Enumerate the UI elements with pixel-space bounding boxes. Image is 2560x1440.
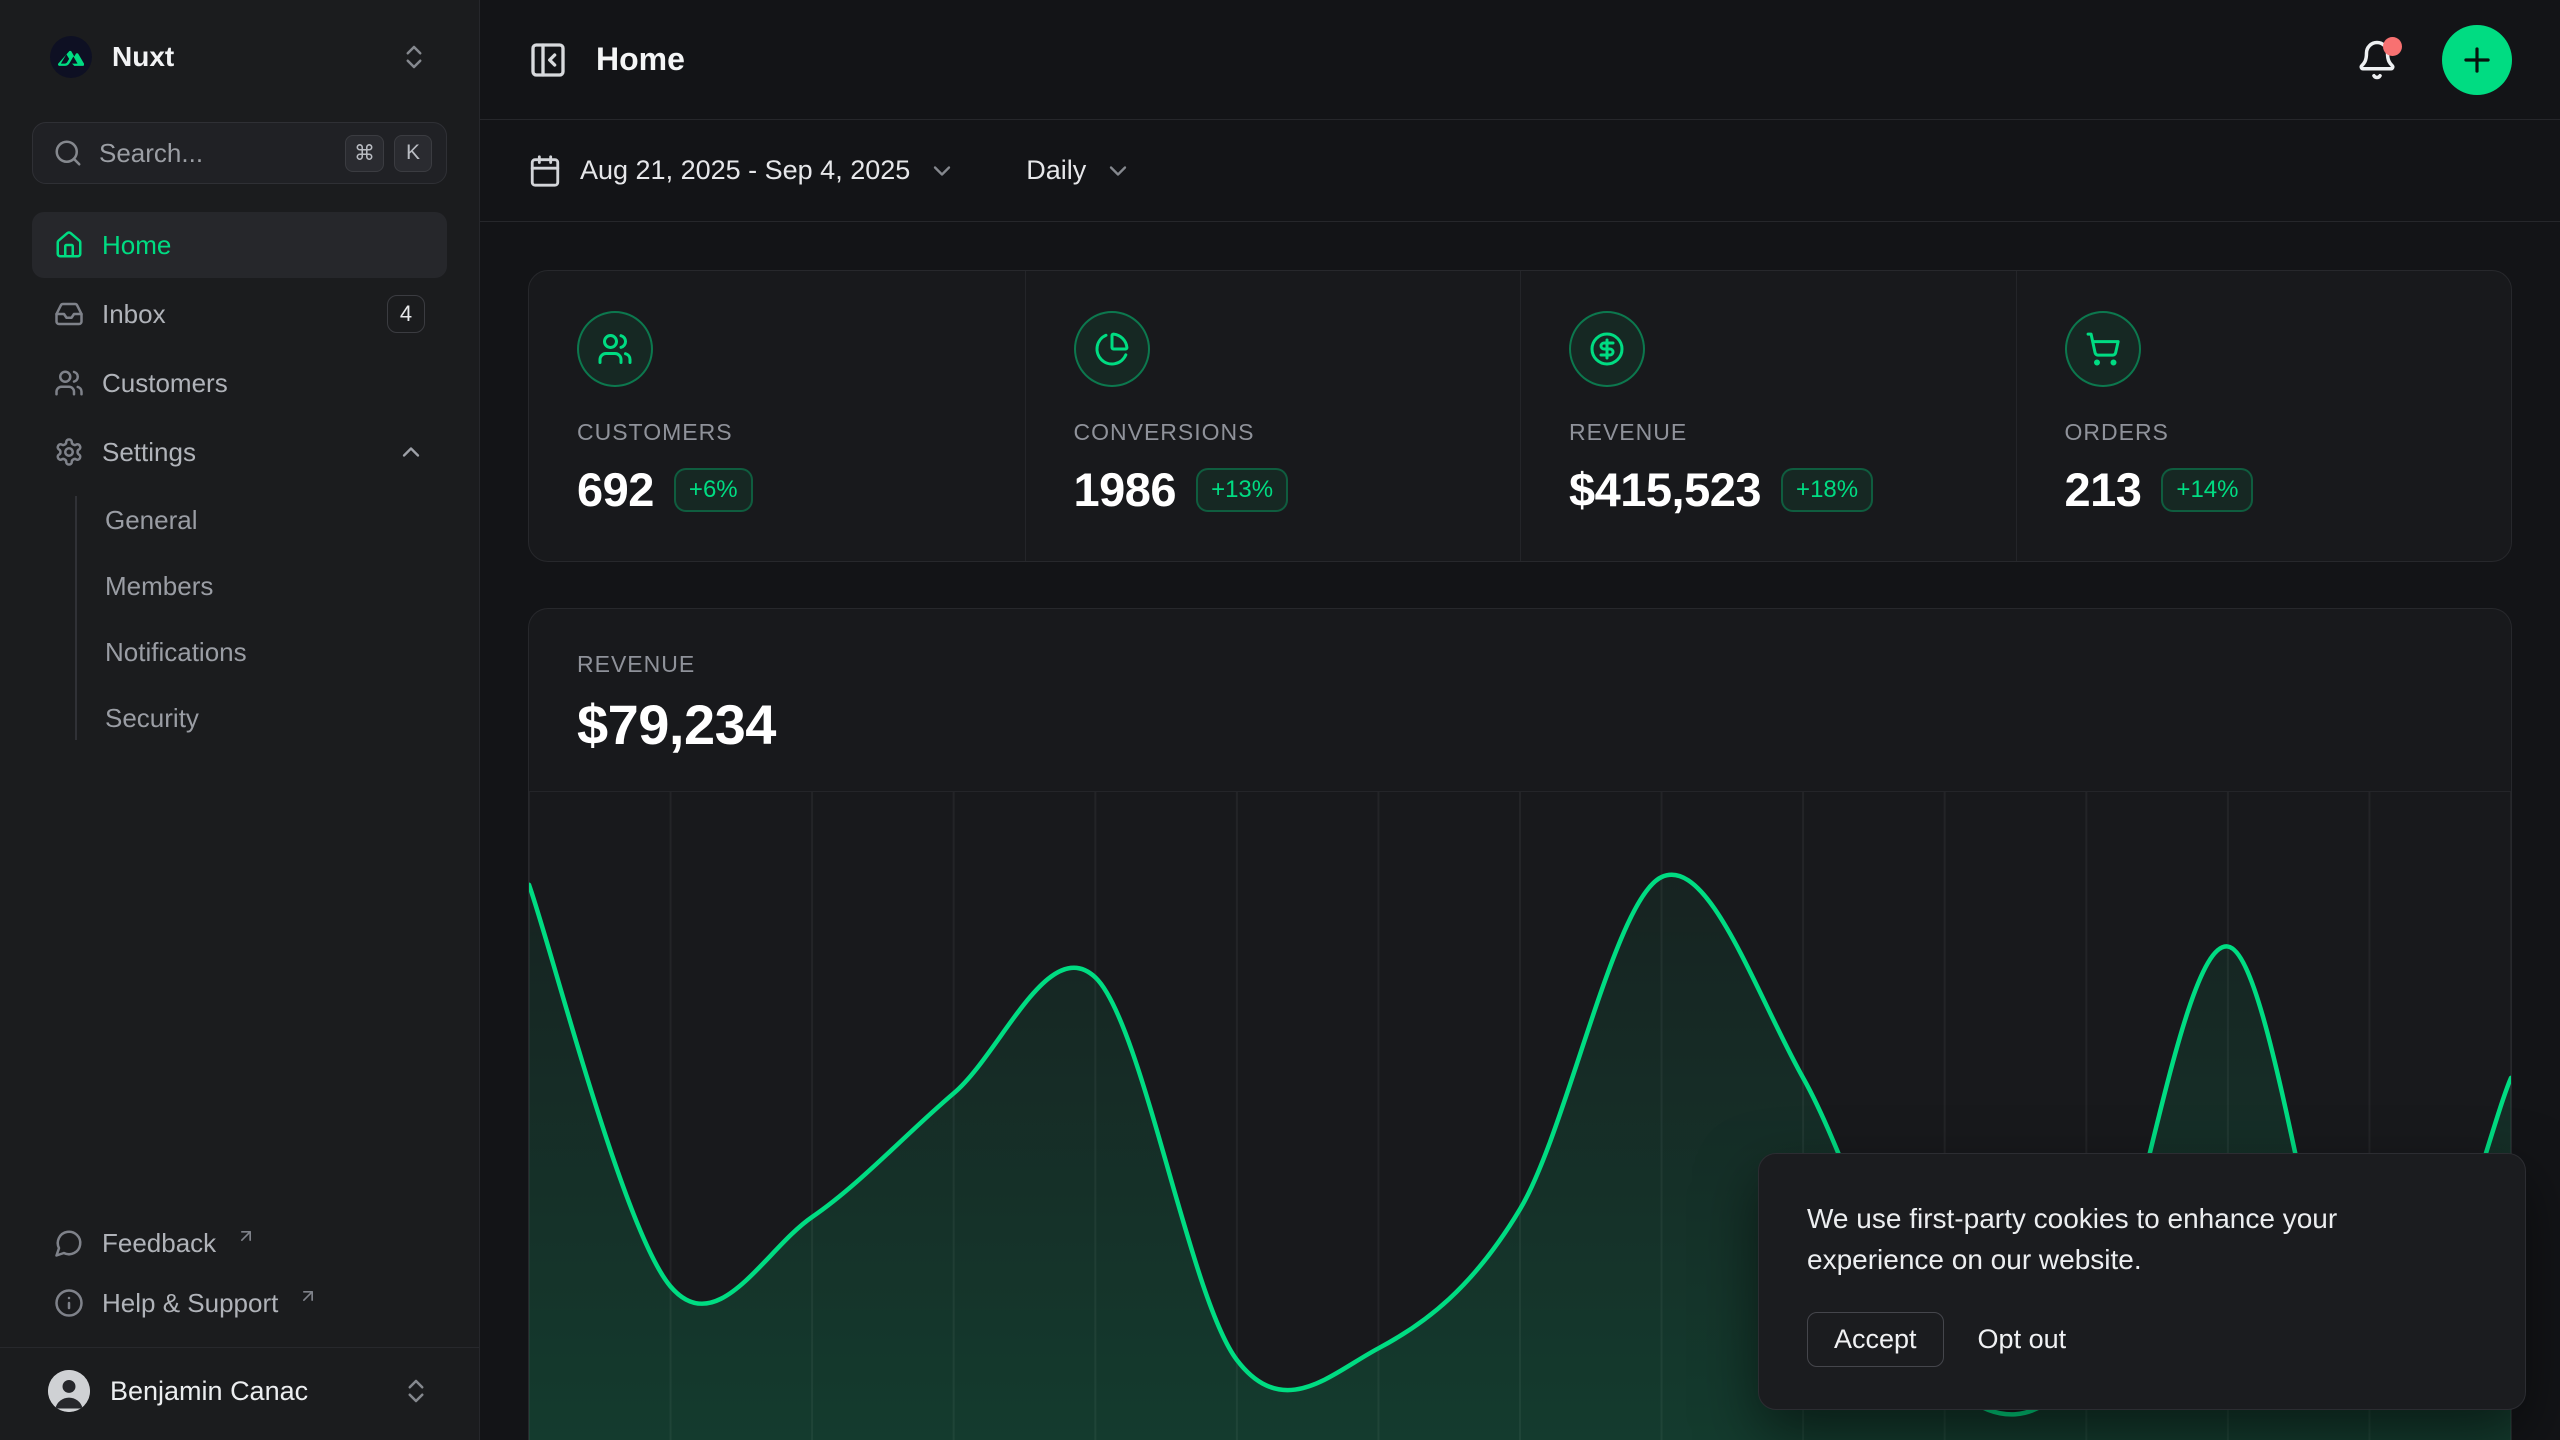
- cookie-message: We use first-party cookies to enhance yo…: [1807, 1198, 2457, 1280]
- filter-toolbar: Aug 21, 2025 - Sep 4, 2025 Daily: [480, 120, 2560, 222]
- revenue-label: REVENUE: [577, 651, 2463, 678]
- sidebar-item-label: Settings: [102, 437, 196, 468]
- period-select[interactable]: Daily: [1026, 155, 1132, 186]
- date-range-label: Aug 21, 2025 - Sep 4, 2025: [580, 155, 910, 186]
- revenue-card-header: REVENUE $79,234: [529, 609, 2511, 791]
- gear-icon: [54, 437, 84, 467]
- pie-chart-icon: [1074, 311, 1150, 387]
- stat-orders[interactable]: ORDERS 213 +14%: [2016, 271, 2512, 561]
- stat-value: 1986: [1074, 462, 1177, 517]
- period-label: Daily: [1026, 155, 1086, 186]
- home-icon: [54, 230, 84, 260]
- sidebar-collapse-button[interactable]: [528, 40, 568, 80]
- user-name: Benjamin Canac: [110, 1376, 308, 1407]
- stat-value: $415,523: [1569, 462, 1761, 517]
- external-link-icon: [236, 1226, 256, 1246]
- stat-delta-badge: +13%: [1196, 468, 1288, 512]
- stat-label: REVENUE: [1569, 419, 1968, 446]
- stat-label: CONVERSIONS: [1074, 419, 1473, 446]
- date-range-picker[interactable]: Aug 21, 2025 - Sep 4, 2025: [528, 154, 956, 188]
- sidebar-item-inbox[interactable]: Inbox 4: [32, 281, 447, 347]
- stat-conversions[interactable]: CONVERSIONS 1986 +13%: [1025, 271, 1521, 561]
- sidebar-item-label: Home: [102, 230, 171, 261]
- user-menu[interactable]: Benjamin Canac: [0, 1347, 479, 1440]
- sidebar-item-label: Inbox: [102, 299, 166, 330]
- opt-out-button[interactable]: Opt out: [1972, 1313, 2073, 1366]
- stat-delta-badge: +14%: [2161, 468, 2253, 512]
- chevron-up-icon: [397, 438, 425, 466]
- notification-dot: [2383, 37, 2402, 56]
- sidebar-item-security[interactable]: Security: [32, 686, 447, 750]
- topbar-actions: [2356, 25, 2512, 95]
- stat-delta-badge: +18%: [1781, 468, 1873, 512]
- help-support-label: Help & Support: [102, 1288, 278, 1319]
- feedback-link[interactable]: Feedback: [32, 1213, 447, 1273]
- stat-value: 213: [2065, 462, 2142, 517]
- search-input[interactable]: [99, 138, 329, 169]
- sidebar-nav: Home Inbox 4 Customers Settings: [32, 212, 447, 750]
- stat-value: 692: [577, 462, 654, 517]
- sidebar-item-general[interactable]: General: [32, 488, 447, 552]
- nuxt-logo: [50, 36, 92, 78]
- cart-icon: [2065, 311, 2141, 387]
- add-button[interactable]: [2442, 25, 2512, 95]
- dollar-circle-icon: [1569, 311, 1645, 387]
- chevron-down-icon: [928, 157, 956, 185]
- sidebar-item-customers[interactable]: Customers: [32, 350, 447, 416]
- external-link-icon: [298, 1286, 318, 1306]
- inbox-icon: [54, 299, 84, 329]
- cookie-actions: Accept Opt out: [1807, 1312, 2477, 1367]
- feedback-label: Feedback: [102, 1228, 216, 1259]
- sidebar-item-home[interactable]: Home: [32, 212, 447, 278]
- kbd-cmd: ⌘: [345, 135, 384, 172]
- stat-revenue[interactable]: REVENUE $415,523 +18%: [1520, 271, 2016, 561]
- users-icon: [54, 368, 84, 398]
- search-input-wrapper[interactable]: ⌘ K: [32, 122, 447, 184]
- users-icon: [577, 311, 653, 387]
- stats-card: CUSTOMERS 692 +6% CONVERSIONS 1986 +13%: [528, 270, 2512, 562]
- sidebar-item-label: Customers: [102, 368, 228, 399]
- page-title: Home: [596, 41, 685, 78]
- plus-icon: [2458, 41, 2496, 79]
- search-icon: [53, 138, 83, 168]
- kbd-k: K: [394, 135, 432, 172]
- stat-delta-badge: +6%: [674, 468, 753, 512]
- revenue-value: $79,234: [577, 692, 2463, 757]
- sidebar: Nuxt ⌘ K Home Inb: [0, 0, 480, 1440]
- sidebar-footer: Feedback Help & Support: [0, 1213, 479, 1347]
- sidebar-item-settings[interactable]: Settings: [32, 419, 447, 485]
- stat-customers[interactable]: CUSTOMERS 692 +6%: [529, 271, 1025, 561]
- chevrons-up-down-icon: [399, 42, 429, 72]
- settings-children: General Members Notifications Security: [32, 488, 447, 750]
- team-name: Nuxt: [112, 41, 174, 73]
- info-circle-icon: [54, 1288, 84, 1318]
- team-switcher[interactable]: Nuxt: [0, 0, 479, 78]
- stat-label: CUSTOMERS: [577, 419, 977, 446]
- cookie-banner: We use first-party cookies to enhance yo…: [1758, 1153, 2526, 1410]
- user-avatar: [48, 1370, 90, 1412]
- topbar: Home: [480, 0, 2560, 120]
- chevron-down-icon: [1104, 157, 1132, 185]
- accept-button[interactable]: Accept: [1807, 1312, 1944, 1367]
- help-support-link[interactable]: Help & Support: [32, 1273, 447, 1333]
- stat-label: ORDERS: [2065, 419, 2464, 446]
- sidebar-item-notifications[interactable]: Notifications: [32, 620, 447, 684]
- chevrons-up-down-icon: [401, 1376, 431, 1406]
- calendar-icon: [528, 154, 562, 188]
- inbox-count-badge: 4: [387, 295, 425, 333]
- message-circle-icon: [54, 1228, 84, 1258]
- sidebar-item-members[interactable]: Members: [32, 554, 447, 618]
- notifications-button[interactable]: [2356, 39, 2398, 81]
- panel-left-close-icon: [528, 40, 568, 80]
